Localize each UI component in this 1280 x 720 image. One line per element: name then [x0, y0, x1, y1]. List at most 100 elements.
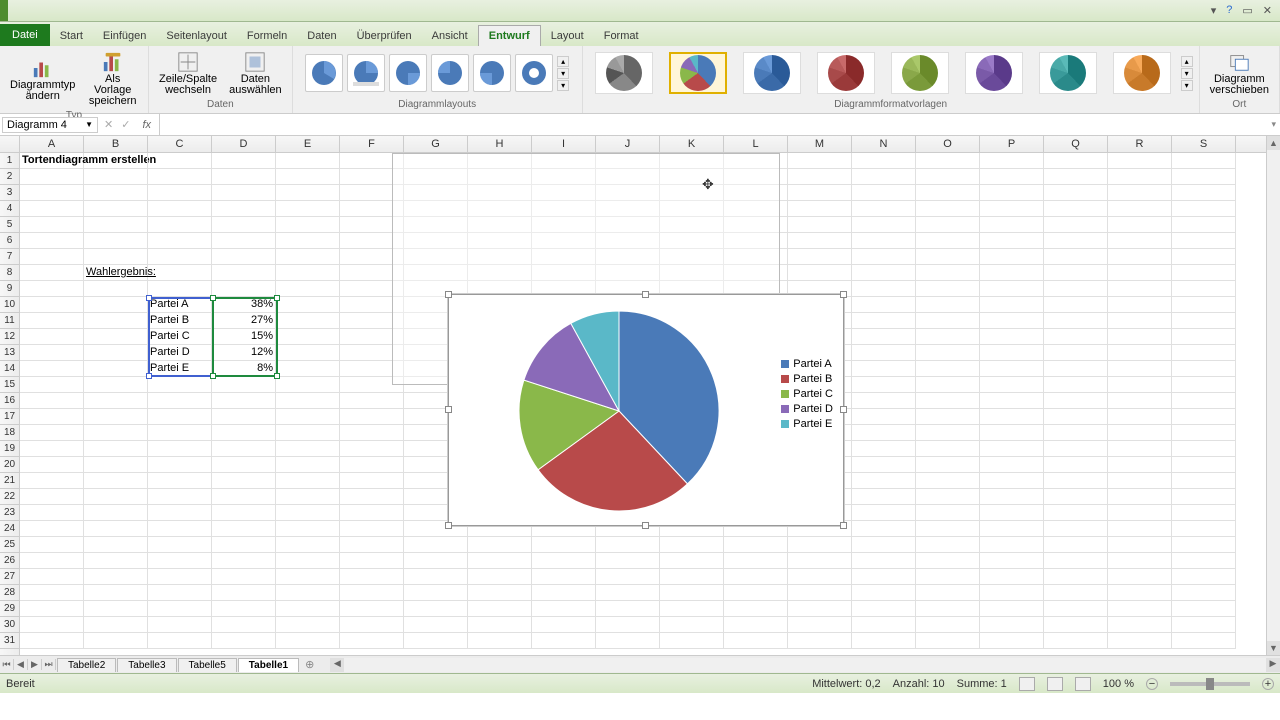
cell[interactable]: [852, 201, 916, 217]
cell[interactable]: [916, 297, 980, 313]
cell[interactable]: [916, 185, 980, 201]
row-header[interactable]: 14: [0, 361, 19, 377]
new-sheet-button[interactable]: ⊕: [299, 658, 320, 671]
chart-layout-3[interactable]: [389, 54, 427, 92]
cell[interactable]: [20, 185, 84, 201]
cell[interactable]: [916, 585, 980, 601]
cell[interactable]: [1108, 489, 1172, 505]
zoom-in-button[interactable]: +: [1262, 678, 1274, 690]
cell[interactable]: [84, 537, 148, 553]
cell[interactable]: [20, 633, 84, 649]
view-page-break-button[interactable]: [1075, 677, 1091, 691]
cell[interactable]: [1108, 473, 1172, 489]
cell[interactable]: [1172, 185, 1236, 201]
col-header[interactable]: P: [980, 136, 1044, 152]
chart-layout-4[interactable]: [431, 54, 469, 92]
cell[interactable]: [20, 169, 84, 185]
cell[interactable]: [532, 569, 596, 585]
cell[interactable]: [980, 201, 1044, 217]
cell[interactable]: [148, 185, 212, 201]
cell[interactable]: [852, 233, 916, 249]
style-scroll-up[interactable]: ▴: [1181, 56, 1193, 67]
cell[interactable]: [276, 473, 340, 489]
cell[interactable]: [212, 473, 276, 489]
cell[interactable]: [340, 633, 404, 649]
cell[interactable]: [212, 601, 276, 617]
select-data-button[interactable]: Daten auswählen: [225, 48, 286, 98]
cell[interactable]: [852, 313, 916, 329]
row-header[interactable]: 24: [0, 521, 19, 537]
cell[interactable]: [852, 441, 916, 457]
cell[interactable]: [1044, 489, 1108, 505]
cell[interactable]: [276, 569, 340, 585]
chart-style-6[interactable]: [965, 52, 1023, 94]
cell[interactable]: [276, 329, 340, 345]
cell[interactable]: [404, 633, 468, 649]
cell[interactable]: [276, 617, 340, 633]
cell[interactable]: [788, 169, 852, 185]
chart-style-4[interactable]: [817, 52, 875, 94]
cell[interactable]: [788, 569, 852, 585]
cell[interactable]: 12%: [212, 345, 276, 361]
cell[interactable]: [596, 569, 660, 585]
cell[interactable]: [276, 201, 340, 217]
cell[interactable]: [852, 393, 916, 409]
sheet-tab-tabelle2[interactable]: Tabelle2: [57, 658, 116, 672]
cell[interactable]: [276, 281, 340, 297]
row-header[interactable]: 5: [0, 217, 19, 233]
cell[interactable]: [1044, 217, 1108, 233]
cell[interactable]: [468, 601, 532, 617]
cell[interactable]: [1172, 441, 1236, 457]
save-template-button[interactable]: Als Vorlage speichern: [83, 48, 142, 109]
cell[interactable]: [916, 345, 980, 361]
cell[interactable]: [276, 585, 340, 601]
cell[interactable]: [84, 489, 148, 505]
cell[interactable]: [148, 585, 212, 601]
cell[interactable]: [212, 489, 276, 505]
switch-row-col-button[interactable]: Zeile/Spalte wechseln: [155, 48, 221, 98]
cell[interactable]: [20, 201, 84, 217]
cell[interactable]: [980, 553, 1044, 569]
cell[interactable]: [1108, 249, 1172, 265]
cell[interactable]: [852, 249, 916, 265]
cell[interactable]: [148, 441, 212, 457]
cell[interactable]: [532, 633, 596, 649]
row-header[interactable]: 15: [0, 377, 19, 393]
tab-file[interactable]: Datei: [0, 24, 50, 46]
col-header[interactable]: I: [532, 136, 596, 152]
cell[interactable]: [916, 265, 980, 281]
cell[interactable]: [84, 377, 148, 393]
cell[interactable]: [1044, 601, 1108, 617]
cell[interactable]: [276, 185, 340, 201]
col-header[interactable]: R: [1108, 136, 1172, 152]
cell[interactable]: [20, 617, 84, 633]
cell[interactable]: Wahlergebnis:: [84, 265, 148, 281]
cell[interactable]: [852, 457, 916, 473]
cell[interactable]: [1108, 457, 1172, 473]
cell[interactable]: [916, 377, 980, 393]
cell[interactable]: [340, 441, 404, 457]
cell[interactable]: [84, 217, 148, 233]
cell[interactable]: [916, 489, 980, 505]
cell[interactable]: [84, 329, 148, 345]
cell[interactable]: Tortendiagramm erstellen: [20, 153, 84, 169]
cell[interactable]: [596, 585, 660, 601]
cell[interactable]: [404, 601, 468, 617]
cell[interactable]: [1044, 537, 1108, 553]
cell[interactable]: [148, 489, 212, 505]
cell[interactable]: [276, 265, 340, 281]
pie-chart[interactable]: [509, 301, 729, 521]
cell[interactable]: [852, 281, 916, 297]
cell[interactable]: [1108, 633, 1172, 649]
chart-style-7[interactable]: [1039, 52, 1097, 94]
cell[interactable]: [148, 281, 212, 297]
cell[interactable]: [340, 409, 404, 425]
cell[interactable]: [84, 521, 148, 537]
cell[interactable]: [788, 265, 852, 281]
cell[interactable]: [980, 377, 1044, 393]
cell[interactable]: [1108, 153, 1172, 169]
cell[interactable]: [852, 265, 916, 281]
cell[interactable]: [1108, 281, 1172, 297]
cell[interactable]: [84, 617, 148, 633]
cell[interactable]: [20, 265, 84, 281]
